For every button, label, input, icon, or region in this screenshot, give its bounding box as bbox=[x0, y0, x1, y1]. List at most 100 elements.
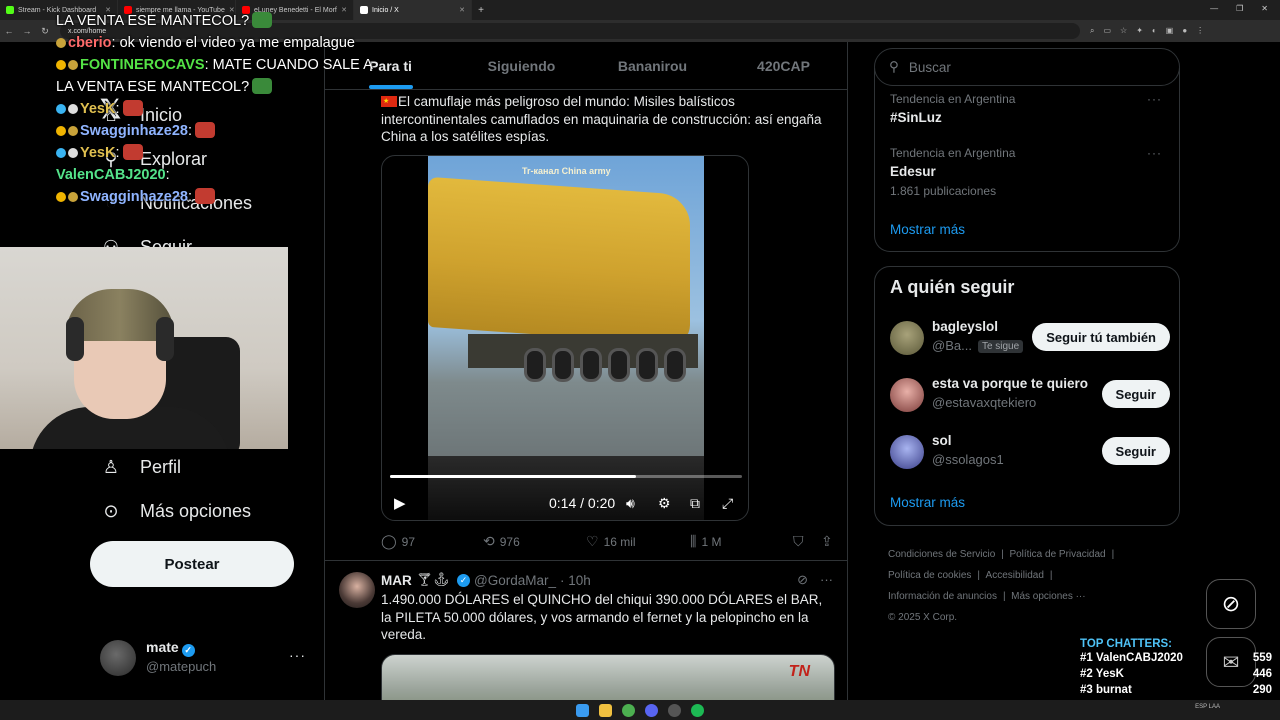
wheel bbox=[580, 348, 602, 382]
nav-item-more[interactable]: ⊙ Más opciones bbox=[100, 500, 251, 522]
post-author-handle[interactable]: @GordaMar_ bbox=[474, 573, 556, 588]
avatar bbox=[100, 640, 136, 676]
play-icon[interactable]: ▶ bbox=[394, 494, 406, 512]
follow-suggestion[interactable]: esta va porque te quiero @estavaxqtekier… bbox=[890, 376, 1170, 420]
extension-icon[interactable]: ✦ bbox=[1136, 26, 1143, 36]
share-button[interactable]: ⇪ bbox=[821, 533, 833, 550]
puzzle-icon[interactable]: ▣ bbox=[1166, 26, 1174, 36]
close-icon[interactable]: ✕ bbox=[459, 6, 465, 14]
show-more-link[interactable]: Mostrar más bbox=[890, 222, 965, 237]
china-flag-icon bbox=[381, 93, 397, 111]
video-progress-fill bbox=[390, 475, 637, 478]
cocktail-icon: 🍸︎⚓︎ bbox=[415, 572, 451, 587]
emote-icon bbox=[122, 144, 143, 160]
footer-link[interactable]: Más opciones ··· bbox=[1011, 591, 1085, 602]
maximize-icon[interactable]: ❐ bbox=[1236, 4, 1243, 13]
spotify-icon[interactable] bbox=[691, 703, 704, 717]
post-button[interactable]: Postear bbox=[90, 541, 294, 587]
more-options-icon[interactable]: ··· bbox=[820, 572, 833, 588]
badge-icon bbox=[68, 148, 78, 158]
footer-link[interactable]: Accesibilidad bbox=[986, 570, 1044, 581]
footer-link[interactable]: Información de anuncios bbox=[888, 591, 997, 602]
menu-icon[interactable]: ⋮ bbox=[1196, 26, 1204, 36]
main-feed: Para ti Siguiendo Bananirou 420CAP El ca… bbox=[324, 42, 848, 700]
back-icon[interactable]: ← bbox=[0, 26, 18, 36]
chat-message: cberio: ok viendo el video ya me empalag… bbox=[56, 32, 366, 54]
wheel bbox=[608, 348, 630, 382]
chrome-icon[interactable] bbox=[622, 703, 635, 717]
more-options-icon[interactable]: ··· bbox=[1147, 146, 1162, 160]
footer-link[interactable]: Política de Privacidad bbox=[1009, 549, 1105, 560]
trend-item[interactable]: Tendencia en Argentina Edesur 1.861 publ… bbox=[890, 146, 1170, 198]
fullscreen-icon[interactable]: ⤢ bbox=[722, 495, 733, 512]
extension-icon[interactable]: ◐ bbox=[1152, 26, 1157, 36]
divider bbox=[325, 560, 847, 561]
language-indicator[interactable]: ESP LAA bbox=[1195, 704, 1220, 710]
follow-button[interactable]: Seguir tú también bbox=[1032, 323, 1170, 351]
tab-420cap[interactable]: 420CAP bbox=[718, 42, 847, 89]
profile-avatar-icon[interactable]: ● bbox=[1182, 26, 1187, 36]
cast-icon[interactable]: ▭ bbox=[1103, 26, 1111, 36]
tab-bananirou[interactable]: Bananirou bbox=[587, 42, 718, 89]
share-icon: ⇪ bbox=[821, 533, 833, 549]
views-button[interactable]: ⫼ 1 M bbox=[690, 533, 721, 550]
more-options-icon[interactable]: ··· bbox=[1147, 92, 1162, 106]
like-button[interactable]: ♡ 16 mil bbox=[586, 533, 636, 550]
follow-button[interactable]: Seguir bbox=[1101, 437, 1170, 465]
forward-icon[interactable]: → bbox=[18, 26, 36, 36]
more-options-icon[interactable]: ··· bbox=[289, 647, 306, 663]
chat-message: YesK: bbox=[56, 98, 366, 120]
more-icon: ⊙ bbox=[103, 500, 119, 521]
grok-button[interactable]: ⊘ bbox=[1206, 579, 1256, 629]
video-player[interactable]: Tr-канал China army ▶ 0:14 / 0:20 🔊︎ ⚙ ⧉… bbox=[381, 155, 749, 521]
heart-icon: ♡ bbox=[586, 533, 599, 549]
chatter-row: #2 YesK 446 bbox=[1080, 668, 1272, 680]
chat-message: FONTINEROCAVS: MATE CUANDO SALE A bbox=[56, 54, 373, 76]
follow-suggestion[interactable]: bagleyslol @Ba... Te sigue Seguir tú tamb… bbox=[890, 319, 1170, 363]
reload-icon[interactable]: ↻ bbox=[36, 26, 54, 37]
post-time: · 10h bbox=[560, 572, 591, 588]
nav-item-profile[interactable]: ♙ Perfil bbox=[100, 456, 181, 478]
emote-icon bbox=[122, 100, 143, 116]
grok-icon[interactable]: ⊘ bbox=[797, 572, 808, 588]
follow-suggestion[interactable]: sol @ssolagos1 Seguir bbox=[890, 433, 1170, 477]
new-tab-button[interactable]: + bbox=[472, 5, 490, 16]
bookmark-button[interactable]: ⛉ bbox=[793, 533, 804, 550]
star-icon[interactable]: ☆ bbox=[1120, 26, 1127, 36]
pip-icon[interactable]: ⧉ bbox=[690, 495, 700, 512]
chat-message: YesK: bbox=[56, 142, 366, 164]
windows-start-icon[interactable] bbox=[576, 703, 589, 717]
emote-icon bbox=[195, 122, 216, 138]
zoom-icon[interactable]: ⌕ bbox=[1090, 26, 1094, 36]
discord-icon[interactable] bbox=[645, 703, 658, 717]
repost-button[interactable]: ⟲ 976 bbox=[483, 533, 520, 550]
badge-icon bbox=[68, 126, 78, 136]
badge-icon bbox=[56, 38, 66, 48]
account-switcher[interactable]: mate ✓ @matepuch ··· bbox=[100, 637, 310, 681]
browser-tab-active[interactable]: Inicio / X ✕ bbox=[354, 0, 472, 20]
post-header-icons: ⊘ ··· bbox=[797, 572, 833, 588]
follow-button[interactable]: Seguir bbox=[1101, 380, 1170, 408]
avatar bbox=[890, 378, 924, 412]
volume-icon[interactable]: 🔊︎ bbox=[626, 495, 635, 512]
chat-message: Swagginhaze28: bbox=[56, 186, 366, 208]
close-window-icon[interactable]: ✕ bbox=[1261, 4, 1268, 13]
footer-link[interactable]: Condiciones de Servicio bbox=[888, 549, 995, 560]
show-more-link[interactable]: Mostrar más bbox=[890, 495, 965, 510]
tab-following[interactable]: Siguiendo bbox=[456, 42, 587, 89]
obs-icon[interactable] bbox=[668, 703, 681, 717]
post-author-name[interactable]: MAR bbox=[381, 573, 412, 588]
video-progress-bar[interactable] bbox=[390, 475, 742, 478]
webcam-overlay bbox=[0, 247, 288, 449]
reply-button[interactable]: ◯ 97 bbox=[381, 533, 415, 550]
right-sidebar: ⚲ Buscar Tendencia en Argentina #SinLuz ·… bbox=[848, 42, 1280, 700]
post-image[interactable]: TN bbox=[381, 654, 835, 700]
trend-item[interactable]: Tendencia en Argentina #SinLuz ··· bbox=[890, 92, 1170, 125]
avatar[interactable] bbox=[339, 572, 375, 608]
minimize-icon[interactable]: — bbox=[1210, 4, 1218, 13]
footer-link[interactable]: Política de cookies bbox=[888, 570, 971, 581]
profile-name: mate bbox=[146, 639, 179, 655]
file-explorer-icon[interactable] bbox=[599, 703, 612, 717]
settings-icon[interactable]: ⚙ bbox=[658, 495, 671, 512]
chat-message: ValenCABJ2020: bbox=[56, 167, 170, 183]
